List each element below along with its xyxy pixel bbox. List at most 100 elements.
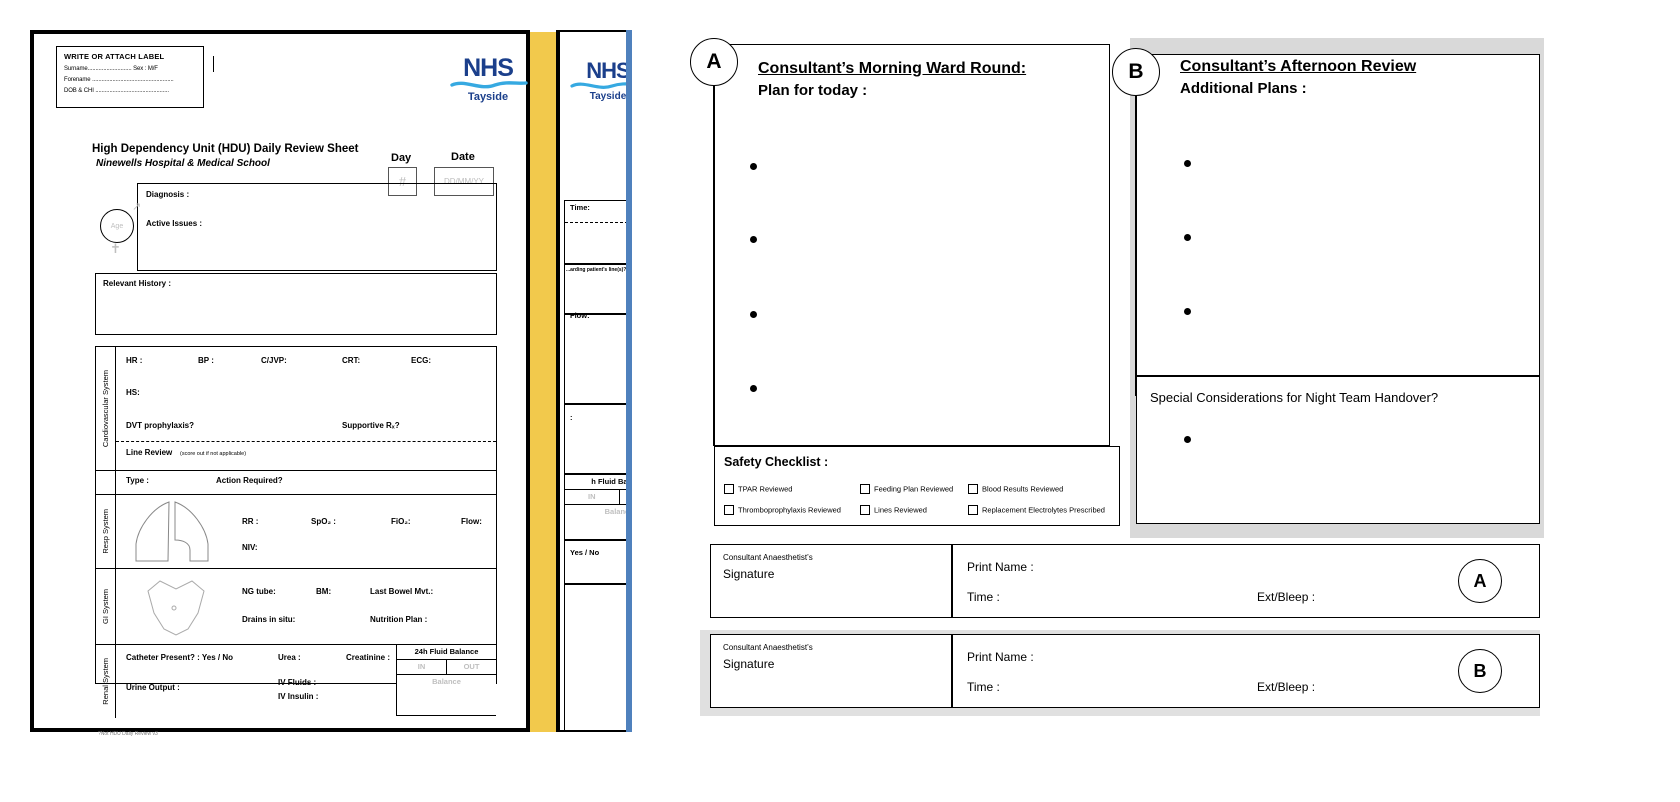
checkbox-icon[interactable] [724, 483, 734, 494]
panel-a-heading: Consultant’s Morning Ward Round: [758, 60, 1027, 77]
checkbox-thromboprophylaxis-label: Thromboprophylaxis Reviewed [738, 505, 841, 515]
signature-divider-b [951, 635, 953, 707]
systems-table: Cardiovascular System HR : BP : C/JVP: C… [95, 346, 497, 718]
fragment-fluid-heading: h Fluid Balance [565, 475, 632, 490]
signature-b-time: Time : [967, 680, 1000, 694]
signature-block-a[interactable]: Consultant Anaesthetist’s Signature Prin… [710, 544, 1540, 618]
blue-page-edge-strip [626, 30, 632, 732]
checkbox-icon[interactable] [860, 504, 870, 515]
panel-a-plan-box[interactable] [714, 44, 1110, 446]
panel-b-plans-box[interactable] [1136, 54, 1540, 376]
fragment-bottom-box [564, 584, 632, 730]
line-review-note: (score out if not applicable) [180, 451, 247, 457]
fluid-balance-heading: 24h Fluid Balance [397, 645, 496, 660]
checkbox-icon[interactable] [968, 504, 978, 515]
special-considerations-bullet-1 [1184, 436, 1191, 443]
lungs-icon [135, 501, 209, 562]
field-dvt-prophylaxis: DVT prophylaxis? [126, 421, 195, 430]
field-cjvp: C/JVP: [261, 356, 287, 365]
abdomen-icon [147, 580, 205, 636]
signature-b-ext-bleep: Ext/Bleep : [1257, 680, 1316, 694]
renal-label: Renal System [96, 645, 116, 718]
panel-b-heading: Consultant’s Afternoon Review [1180, 58, 1417, 75]
fragment-fluid-box: h Fluid Balance IN OUT Balance [564, 474, 632, 540]
signature-a-time: Time : [967, 590, 1000, 604]
fluid-balance-out[interactable]: OUT [447, 660, 496, 674]
text-cursor [213, 56, 214, 72]
gi-label: GI System [96, 569, 116, 644]
field-flow: Flow: [461, 517, 482, 526]
line-review-divider [116, 441, 496, 442]
hdu-form-page-one: NHS Tayside Time: ...arding patient's li… [30, 30, 632, 737]
field-iv-insulin: IV Insulin : [278, 692, 319, 701]
page-subtitle: Ninewells Hospital & Medical School [96, 158, 270, 169]
signature-a-role-line2: Signature [723, 567, 775, 581]
diagnosis-box[interactable]: Diagnosis : Active Issues : [137, 183, 497, 271]
field-urea: Urea : [278, 653, 301, 662]
patient-label-heading: WRITE OR ATTACH LABEL [64, 52, 165, 61]
panel-a-bullet-3 [750, 311, 757, 318]
field-urine-output: Urine Output : [126, 683, 180, 692]
signature-a-badge: A [1458, 559, 1502, 603]
signature-b-role-line2: Signature [723, 657, 775, 671]
checkbox-tpar-reviewed[interactable]: TPAR Reviewed [724, 480, 792, 498]
fragment-dashed-divider [565, 222, 632, 223]
nhs-wordmark: NHS [463, 54, 514, 82]
field-bp: BP : [198, 356, 214, 365]
checkbox-feeding-plan-reviewed[interactable]: Feeding Plan Reviewed [860, 480, 953, 498]
panel-a-subheading: Plan for today : [758, 82, 868, 99]
fragment-time-label: Time: [570, 203, 590, 212]
checkbox-replacement-electrolytes-label: Replacement Electrolytes Prescribed [982, 505, 1105, 515]
fragment-fluid-io: IN OUT [565, 490, 632, 505]
patient-label-forename: Forename ...............................… [64, 77, 174, 83]
field-supportive-rx: Supportive Rₓ? [342, 421, 400, 430]
renal-body[interactable]: Catheter Present? : Yes / No Urea : Crea… [116, 645, 496, 718]
signature-block-b[interactable]: Consultant Anaesthetist’s Signature Prin… [710, 634, 1540, 708]
checkbox-icon[interactable] [968, 483, 978, 494]
field-nutrition-plan: Nutrition Plan : [370, 615, 428, 624]
nhs-tayside-logo: NHS Tayside [448, 56, 528, 103]
form-version-footer: ?Not HDU Daily Review v3 [98, 731, 158, 737]
fragment-colon-box [564, 404, 632, 474]
panel-a-bullet-4 [750, 385, 757, 392]
field-drains-in-situ: Drains in situ: [242, 615, 296, 624]
checkbox-icon[interactable] [724, 504, 734, 515]
fragment-fluid-balance[interactable]: Balance [565, 505, 632, 519]
age-circle[interactable]: Age [100, 209, 134, 243]
signature-b-role-line1: Consultant Anaesthetist’s [723, 643, 813, 652]
checkbox-blood-results-label: Blood Results Reviewed [982, 484, 1064, 494]
checkbox-replacement-electrolytes-prescribed[interactable]: Replacement Electrolytes Prescribed [968, 501, 1105, 519]
signature-divider-a [951, 545, 953, 617]
checkbox-feeding-plan-label: Feeding Plan Reviewed [874, 484, 954, 494]
checkbox-icon[interactable] [860, 483, 870, 494]
line-review-body[interactable]: Type : Action Required? [116, 471, 496, 494]
resp-row: Resp System RR : SpO₂ : FiO₂: Flow: NIV: [96, 495, 496, 569]
panel-a-badge: A [690, 38, 738, 86]
patient-label-dob-chi: DOB & CHI ..............................… [64, 88, 169, 94]
resp-body[interactable]: RR : SpO₂ : FiO₂: Flow: NIV: [116, 495, 496, 568]
checkbox-blood-results-reviewed[interactable]: Blood Results Reviewed [968, 480, 1063, 498]
checkbox-lines-reviewed[interactable]: Lines Reviewed [860, 501, 927, 519]
resp-label: Resp System [96, 495, 116, 568]
fluid-balance-in[interactable]: IN [397, 660, 447, 674]
field-niv: NIV: [242, 543, 258, 552]
cardiovascular-body[interactable]: HR : BP : C/JVP: CRT: ECG: HS: DVT proph… [116, 347, 496, 470]
yellow-page-edge-strip [530, 32, 556, 732]
checkbox-thromboprophylaxis-reviewed[interactable]: Thromboprophylaxis Reviewed [724, 501, 841, 519]
panel-b-badge: B [1112, 48, 1160, 96]
fluid-balance-total[interactable]: Balance [397, 675, 496, 689]
gi-body[interactable]: NG tube: BM: Last Bowel Mvt.: Drains in … [116, 569, 496, 644]
nhs-wordmark: NHS [586, 58, 630, 83]
fragment-flow-box [564, 314, 632, 404]
signature-b-badge: B [1458, 649, 1502, 693]
patient-label-box[interactable]: WRITE OR ATTACH LABEL Surname...........… [56, 46, 204, 108]
nhs-wave-icon [570, 82, 632, 89]
field-ng-tube: NG tube: [242, 587, 276, 596]
signature-a-role-line1: Consultant Anaesthetist’s [723, 553, 813, 562]
signature-a-ext-bleep: Ext/Bleep : [1257, 590, 1316, 604]
fragment-fluid-in[interactable]: IN [565, 490, 620, 504]
panel-b-bullet-2 [1184, 234, 1191, 241]
relevant-history-box[interactable]: Relevant History : [95, 273, 497, 335]
nhs-wave-icon [450, 81, 528, 89]
consultant-review-panels: A Consultant’s Morning Ward Round: Plan … [690, 30, 1550, 720]
